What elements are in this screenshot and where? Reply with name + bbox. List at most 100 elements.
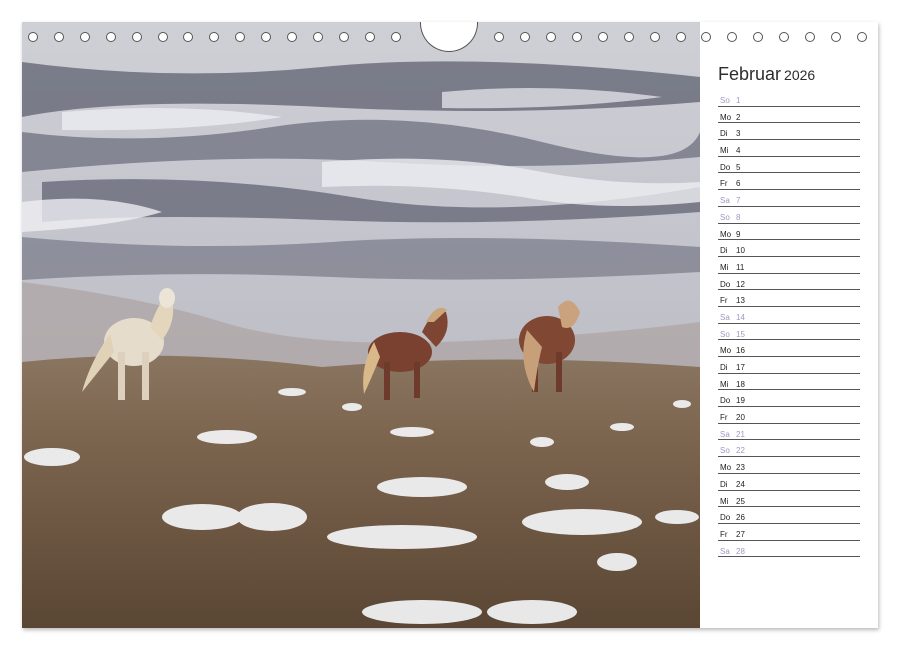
weekday-label: Fr <box>720 296 728 306</box>
binding-ring-icon <box>701 32 712 42</box>
weekday-label: So <box>720 212 730 222</box>
weekday-label: Di <box>720 479 728 489</box>
binding-ring-icon <box>235 32 246 42</box>
day-number: 2 <box>736 112 741 122</box>
binding-ring-icon <box>105 32 116 42</box>
day-row: Mi 4 <box>718 140 860 157</box>
day-number: 5 <box>736 162 741 172</box>
day-row: So 1 <box>718 90 860 107</box>
weekday-label: Fr <box>720 529 728 539</box>
day-row: Do 26 <box>718 507 860 524</box>
day-number: 26 <box>736 513 745 523</box>
binding-ring-icon <box>830 32 841 42</box>
day-row: So 22 <box>718 440 860 458</box>
day-number: 3 <box>736 129 741 139</box>
spiral-binding <box>22 22 878 52</box>
day-row: Sa 21 <box>718 424 860 441</box>
day-row: Fr 27 <box>718 524 860 541</box>
day-number: 13 <box>736 296 745 306</box>
weekday-label: Mo <box>720 463 732 473</box>
day-row: Sa 14 <box>718 307 860 324</box>
binding-ring-icon <box>494 32 505 42</box>
weekday-label: Fr <box>720 413 728 423</box>
binding-ring-icon <box>390 32 401 42</box>
day-number: 27 <box>736 529 745 539</box>
day-row: Mo 23 <box>718 457 860 474</box>
day-number: 8 <box>736 212 741 222</box>
day-number: 23 <box>736 463 745 473</box>
day-number: 24 <box>736 479 745 489</box>
day-number: 21 <box>736 429 745 439</box>
weekday-label: Mo <box>720 112 732 122</box>
day-row: Do 5 <box>718 157 860 174</box>
day-number: 12 <box>736 279 745 289</box>
day-number: 1 <box>736 96 741 105</box>
hanger-hook-icon <box>420 22 478 52</box>
year: 2026 <box>784 67 816 83</box>
month-name: Februar <box>718 64 782 84</box>
day-number: 20 <box>736 413 745 423</box>
weekday-label: Do <box>720 279 731 289</box>
day-row: Di 24 <box>718 474 860 491</box>
weekday-label: Sa <box>720 312 730 322</box>
weekday-label: So <box>720 446 730 456</box>
day-number: 25 <box>736 496 745 506</box>
binding-ring-icon <box>209 32 220 42</box>
day-number: 19 <box>736 396 745 406</box>
day-row: So 8 <box>718 207 860 224</box>
binding-ring-icon <box>131 32 142 42</box>
day-row: Sa 7 <box>718 190 860 207</box>
day-row: Di 3 <box>718 123 860 141</box>
weekday-label: Do <box>720 513 731 523</box>
binding-ring-icon <box>157 32 168 42</box>
weekday-label: Sa <box>720 196 730 206</box>
day-number: 7 <box>736 196 741 206</box>
month-title: Februar 2026 <box>718 64 860 90</box>
day-row: Mo 9 <box>718 224 860 241</box>
weekday-label: Do <box>720 396 731 406</box>
binding-ring-icon <box>623 32 634 42</box>
binding-ring-icon <box>28 32 38 42</box>
binding-ring-icon <box>53 32 64 42</box>
weekday-label: Mi <box>720 496 729 506</box>
day-number: 4 <box>736 146 741 156</box>
day-row: Mo 16 <box>718 340 860 357</box>
weekday-label: Fr <box>720 179 728 189</box>
binding-ring-icon <box>597 32 608 42</box>
weekday-label: Di <box>720 129 728 139</box>
day-row: Mo 2 <box>718 107 860 124</box>
binding-ring-icon <box>727 32 738 42</box>
binding-ring-icon <box>649 32 660 42</box>
day-row: Fr 6 <box>718 173 860 191</box>
day-number: 28 <box>736 546 745 556</box>
weekday-label: Mo <box>720 229 732 239</box>
weekday-label: Mi <box>720 146 729 156</box>
weekday-label: Sa <box>720 546 730 556</box>
binding-ring-icon <box>183 32 194 42</box>
day-number: 14 <box>736 312 745 322</box>
weekday-label: Sa <box>720 429 730 439</box>
day-row: Di 10 <box>718 240 860 257</box>
photo-icelandic-horses <box>22 22 700 628</box>
day-row: Sa 28 <box>718 541 860 558</box>
day-row: Mi 11 <box>718 257 860 274</box>
binding-ring-icon <box>312 32 323 42</box>
day-row: So 15 <box>718 324 860 341</box>
day-number: 10 <box>736 246 745 256</box>
binding-ring-icon <box>856 32 867 42</box>
day-number: 18 <box>736 379 745 389</box>
binding-ring-icon <box>546 32 556 42</box>
day-number: 9 <box>736 229 741 239</box>
binding-ring-icon <box>364 32 375 42</box>
binding-ring-icon <box>675 32 686 42</box>
weekday-label: So <box>720 329 730 339</box>
weekday-label: Mi <box>720 262 729 272</box>
day-number: 16 <box>736 346 745 356</box>
day-number: 6 <box>736 179 741 189</box>
weekday-label: Do <box>720 162 731 172</box>
calendar-page: Februar 2026 So 1 Mo 2 Di 3 Mi 4 Do 5 Fr 6 Sa 7 So 8 Mo 9 D… <box>22 22 878 628</box>
binding-ring-icon <box>571 32 582 42</box>
month-calendar: Februar 2026 So 1 Mo 2 Di 3 Mi 4 Do 5 Fr 6 Sa 7 So 8 Mo 9 D… <box>718 64 860 558</box>
weekday-label: Mo <box>720 346 732 356</box>
day-number: 17 <box>736 363 745 372</box>
